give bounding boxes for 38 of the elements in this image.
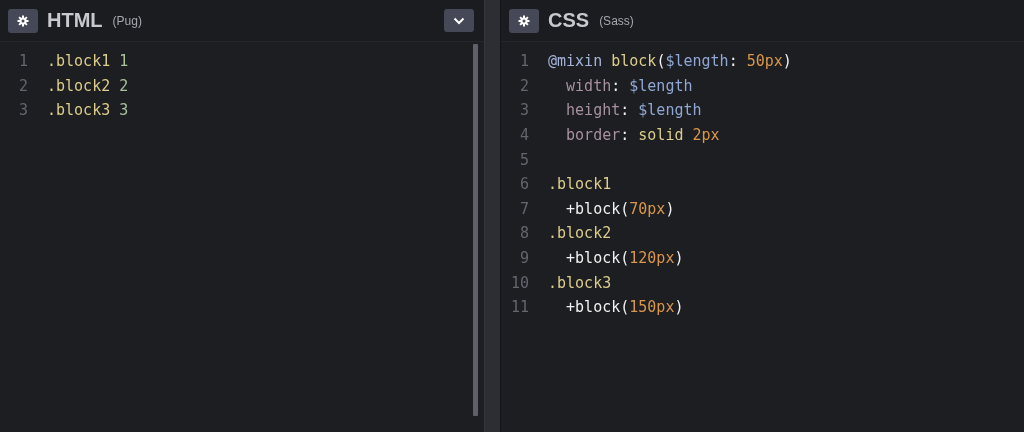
code-line: .block1 1 — [47, 52, 129, 71]
code-line: +block(150px) — [565, 298, 684, 317]
chevron-down-icon — [453, 16, 465, 25]
code-line: .block2 2 — [47, 76, 129, 95]
code-line: .block2 — [548, 224, 612, 243]
dropdown-button[interactable] — [444, 9, 474, 32]
code-line: .block1 — [548, 175, 612, 194]
code-line: .block3 3 — [47, 101, 129, 120]
scrollbar[interactable] — [473, 44, 478, 416]
line-number: 11 — [509, 298, 529, 317]
code-line: @mixin block($length: 50px) — [548, 52, 792, 71]
code-line: border: solid 2px — [565, 126, 720, 145]
line-number: 1 — [17, 52, 28, 71]
settings-button[interactable] — [509, 8, 539, 33]
line-number: 3 — [17, 101, 28, 120]
line-number: 1 — [518, 52, 529, 71]
line-number: 6 — [518, 175, 529, 194]
line-number: 2 — [518, 76, 529, 95]
line-number: 2 — [17, 76, 28, 95]
editor-title: HTML — [47, 9, 103, 32]
settings-button[interactable] — [8, 8, 38, 33]
code-line: +block(70px) — [565, 199, 675, 218]
line-number: 9 — [518, 249, 529, 268]
code-line: +block(120px) — [565, 249, 684, 268]
language-label: (Pug) — [112, 13, 142, 28]
settings-icon — [17, 14, 29, 27]
code-line: .block3 — [548, 273, 612, 292]
line-number: 8 — [518, 224, 529, 243]
line-number: 7 — [518, 199, 529, 218]
line-number: 3 — [518, 101, 529, 120]
language-label: (Sass) — [599, 13, 634, 28]
line-number: 10 — [509, 273, 529, 292]
line-number: 5 — [518, 150, 529, 169]
code-line: width: $length — [565, 76, 693, 95]
code-line: height: $length — [565, 101, 702, 120]
editor-title: CSS — [548, 9, 590, 32]
line-number: 4 — [518, 126, 529, 145]
settings-icon — [518, 14, 530, 27]
